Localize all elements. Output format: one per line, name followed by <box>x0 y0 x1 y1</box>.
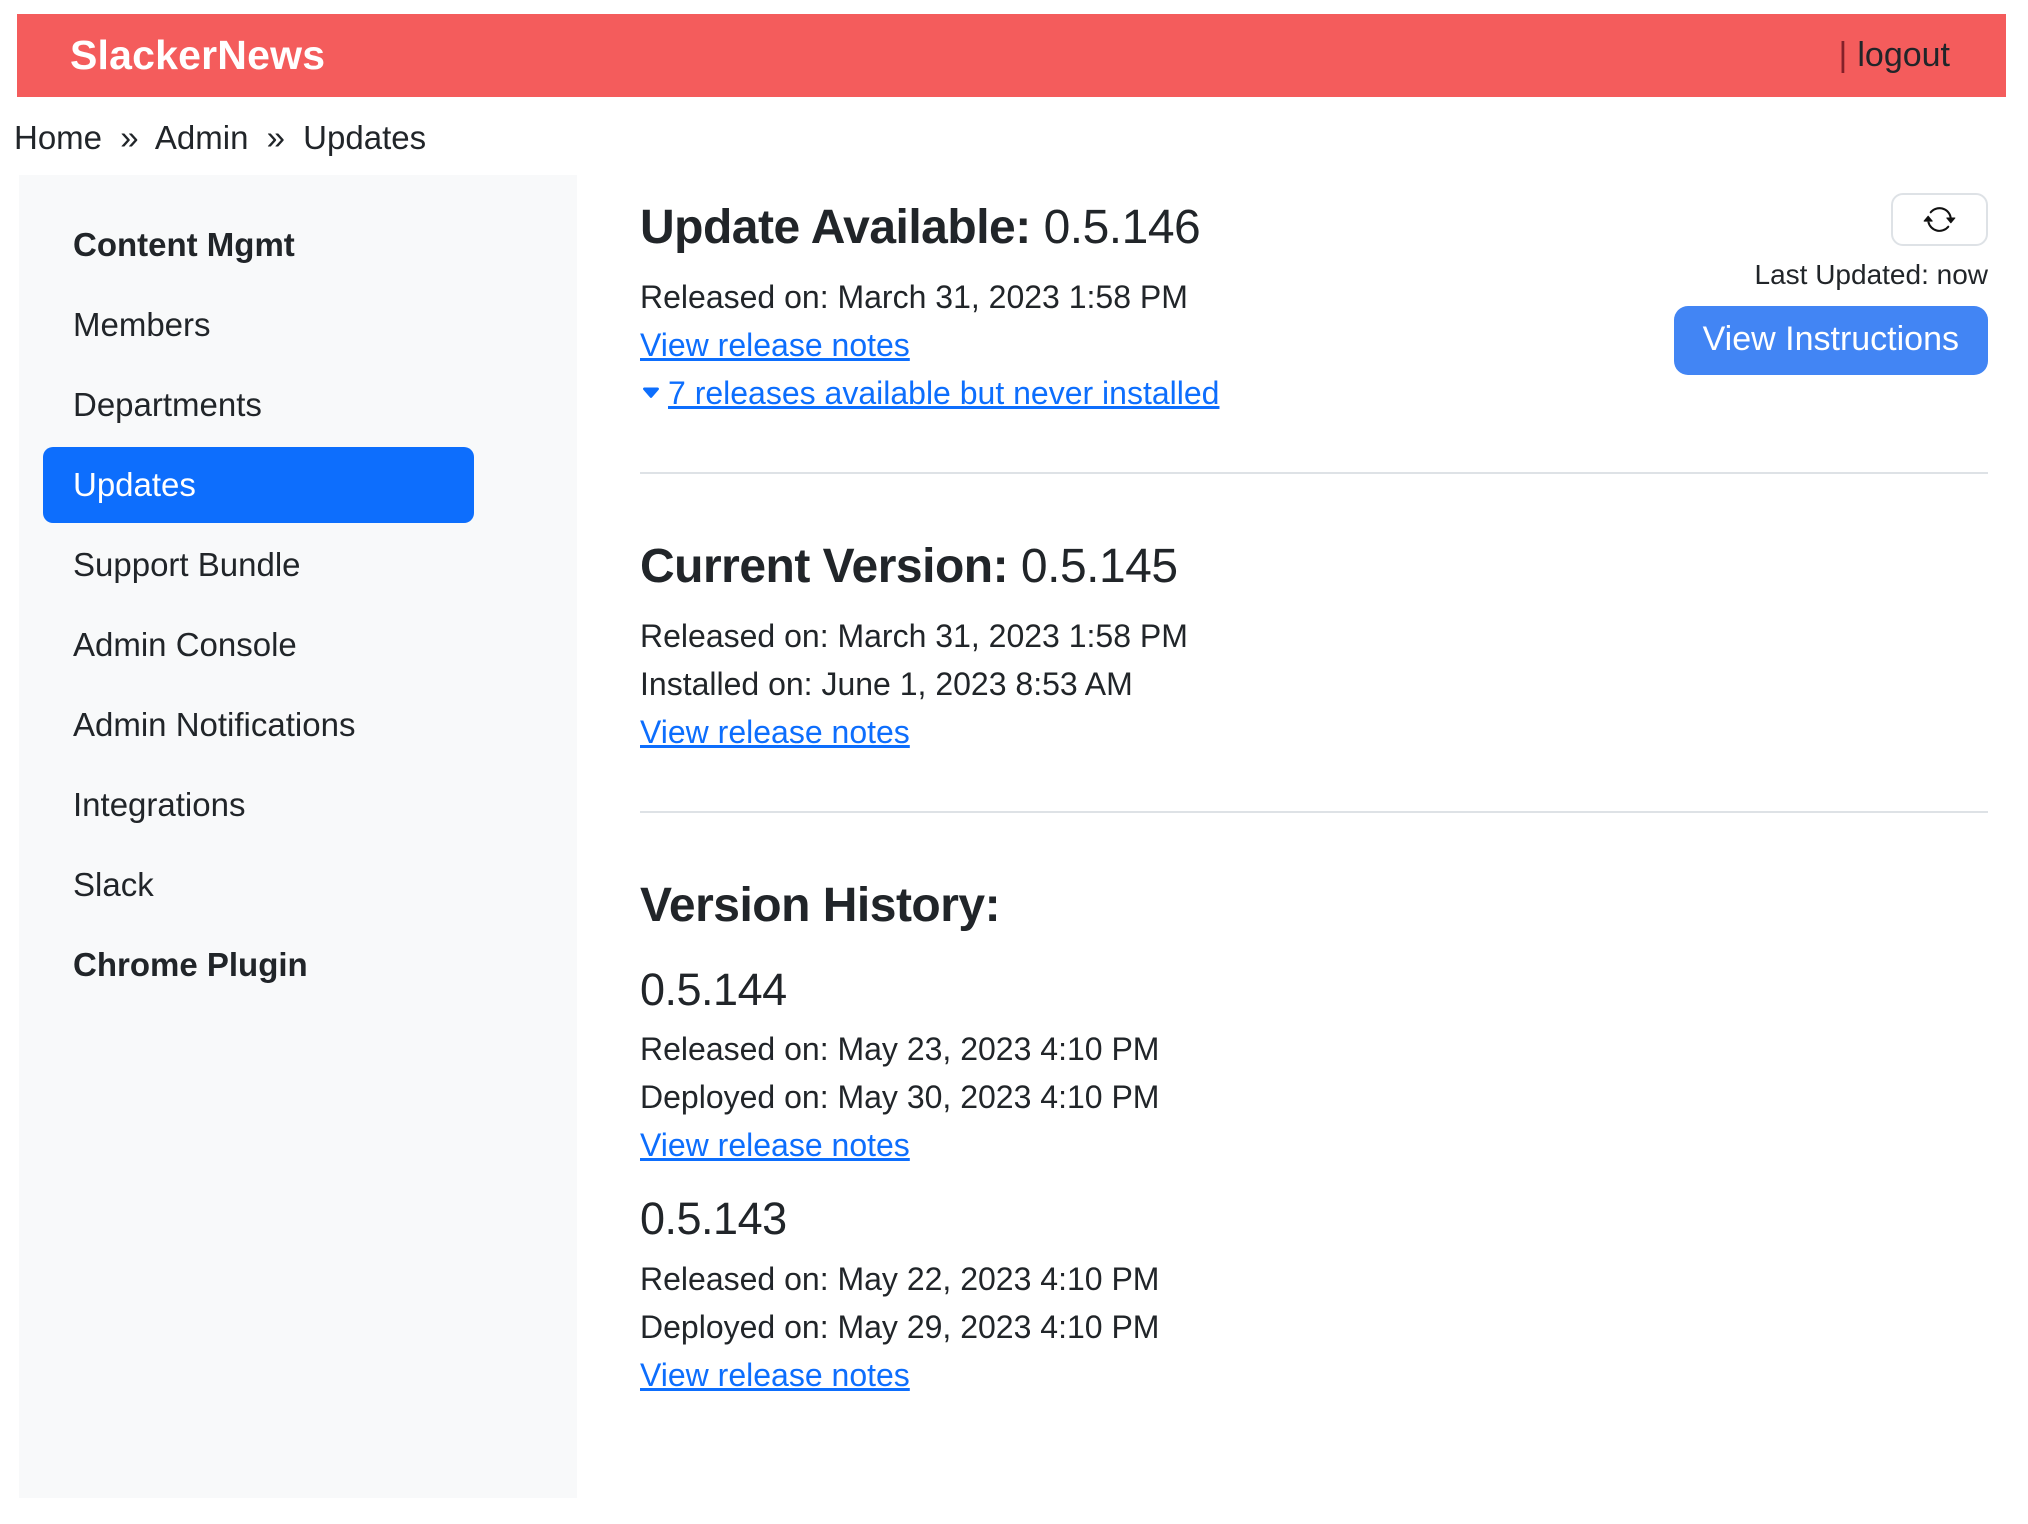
releases-never-installed-link[interactable]: 7 releases available but never installed <box>668 369 1219 417</box>
sidebar-item-support-bundle[interactable]: Support Bundle <box>43 527 474 603</box>
breadcrumb: Home » Admin » Updates <box>14 119 2011 157</box>
section-divider <box>640 472 1988 474</box>
sidebar-item-slack[interactable]: Slack <box>43 847 474 923</box>
current-installed-on: Installed on: June 1, 2023 8:53 AM <box>640 660 1988 708</box>
update-released-on: Released on: March 31, 2023 1:58 PM <box>640 273 1219 321</box>
admin-sidebar: Content Mgmt Members Departments Updates… <box>19 175 577 1498</box>
current-released-on: Released on: March 31, 2023 1:58 PM <box>640 612 1988 660</box>
current-version-section: Current Version: 0.5.145 Released on: Ma… <box>640 539 1988 756</box>
breadcrumb-separator: » <box>267 119 285 156</box>
history-released-on: Released on: May 23, 2023 4:10 PM <box>640 1025 1988 1073</box>
version-history-section: Version History: 0.5.144 Released on: Ma… <box>640 878 1988 1399</box>
sidebar-item-admin-notifications[interactable]: Admin Notifications <box>43 687 474 763</box>
update-available-label: Update Available: <box>640 201 1031 254</box>
current-release-notes-link[interactable]: View release notes <box>640 708 910 756</box>
version-history-heading: Version History: <box>640 878 1988 933</box>
current-version-heading: Current Version: 0.5.145 <box>640 539 1988 594</box>
history-version-number: 0.5.143 <box>640 1193 1988 1245</box>
update-release-notes-link[interactable]: View release notes <box>640 321 910 369</box>
current-version-number: 0.5.145 <box>1021 540 1178 593</box>
sidebar-item-updates[interactable]: Updates <box>43 447 474 523</box>
update-available-heading: Update Available: 0.5.146 <box>640 200 1219 255</box>
arrow-repeat-icon <box>1923 203 1956 236</box>
breadcrumb-updates[interactable]: Updates <box>303 119 426 156</box>
history-release-notes-link[interactable]: View release notes <box>640 1121 910 1169</box>
page-layout: Content Mgmt Members Departments Updates… <box>19 175 2008 1498</box>
history-deployed-on: Deployed on: May 29, 2023 4:10 PM <box>640 1303 1988 1351</box>
update-available-info: Update Available: 0.5.146 Released on: M… <box>640 200 1219 417</box>
main-content: Update Available: 0.5.146 Released on: M… <box>577 175 2008 1399</box>
sidebar-item-admin-console[interactable]: Admin Console <box>43 607 474 683</box>
version-history-entry: 0.5.143 Released on: May 22, 2023 4:10 P… <box>640 1193 1988 1399</box>
logout-area: | logout <box>1839 36 1950 75</box>
view-instructions-button[interactable]: View Instructions <box>1674 306 1988 375</box>
update-actions: Last Updated: now View Instructions <box>1674 193 1988 375</box>
update-available-section: Update Available: 0.5.146 Released on: M… <box>640 200 1988 417</box>
breadcrumb-home[interactable]: Home <box>14 119 102 156</box>
releases-toggle-row: 7 releases available but never installed <box>640 369 1219 417</box>
sidebar-item-chrome-plugin[interactable]: Chrome Plugin <box>43 927 474 1003</box>
sidebar-item-content-mgmt[interactable]: Content Mgmt <box>43 207 474 283</box>
last-updated-text: Last Updated: now <box>1755 259 1989 291</box>
app-header: SlackerNews | logout <box>17 14 2006 97</box>
version-history-entry: 0.5.144 Released on: May 23, 2023 4:10 P… <box>640 964 1988 1170</box>
sidebar-item-departments[interactable]: Departments <box>43 367 474 443</box>
history-released-on: Released on: May 22, 2023 4:10 PM <box>640 1255 1988 1303</box>
history-version-number: 0.5.144 <box>640 964 1988 1016</box>
app-brand: SlackerNews <box>70 32 325 79</box>
refresh-button[interactable] <box>1891 193 1988 246</box>
breadcrumb-admin[interactable]: Admin <box>155 119 249 156</box>
caret-down-icon <box>640 382 662 404</box>
section-divider <box>640 811 1988 813</box>
sidebar-item-integrations[interactable]: Integrations <box>43 767 474 843</box>
history-release-notes-link[interactable]: View release notes <box>640 1351 910 1399</box>
update-available-version: 0.5.146 <box>1044 201 1201 254</box>
sidebar-item-members[interactable]: Members <box>43 287 474 363</box>
logout-separator: | <box>1839 36 1848 75</box>
breadcrumb-separator: » <box>120 119 138 156</box>
current-version-label: Current Version: <box>640 540 1008 593</box>
history-deployed-on: Deployed on: May 30, 2023 4:10 PM <box>640 1073 1988 1121</box>
logout-link[interactable]: logout <box>1857 36 1950 75</box>
